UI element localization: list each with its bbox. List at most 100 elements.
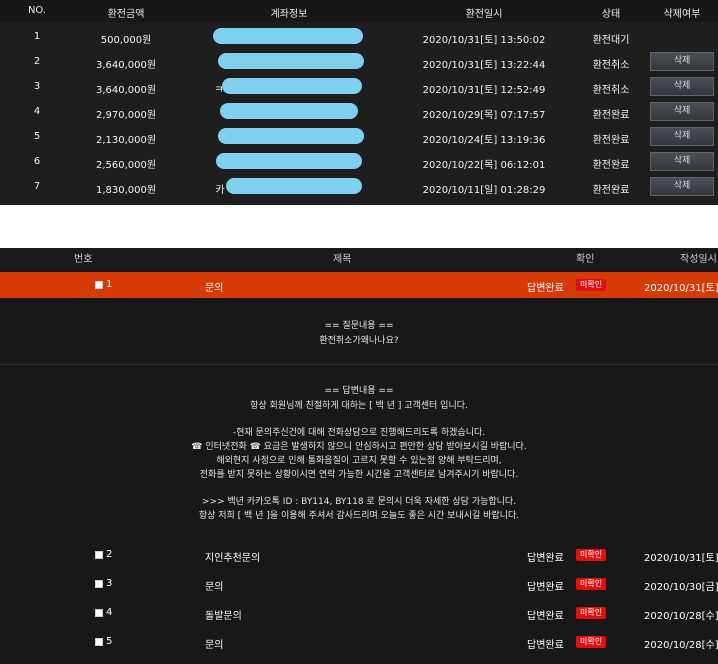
row-amount: 3,640,000원	[95, 60, 157, 71]
delete-button[interactable]: 삭제	[650, 127, 714, 146]
row-no: 7	[33, 181, 41, 192]
row-datetime: 2020/10/22[목] 06:12:01	[422, 160, 546, 171]
question-text: 환전취소가왜나나요?	[319, 336, 399, 346]
inquiry-panel: 번호 제목 확인 작성일시 1 문의 답변완료 미확인 2020/10/31[토…	[0, 231, 718, 664]
header-title: 제목	[333, 254, 352, 265]
row-checkbox[interactable]	[95, 281, 103, 289]
inquiry-row[interactable]: 3 문의 답변완료 미확인 2020/10/30[금] 1	[0, 571, 718, 597]
header-amount: 환전금액	[107, 9, 145, 20]
delete-button[interactable]: 삭제	[650, 152, 714, 171]
header-date: 작성일시	[680, 254, 717, 265]
exchange-row: 4 2,970,000원 2020/10/29[목] 07:17:57 환전완료…	[0, 99, 718, 124]
answer-line: -현재 문의주신건에 대해 전화상담으로 진행해드리도록 하겠습니다.	[232, 428, 486, 438]
row-checkbox[interactable]	[95, 551, 103, 559]
unread-badge: 미확인	[576, 607, 607, 619]
header-datetime: 환전일시	[465, 9, 503, 20]
account-redaction	[220, 103, 358, 119]
unread-badge: 미확인	[576, 636, 607, 648]
exchange-row: 7 1,830,000원 카 2020/10/11[일] 01:28:29 환전…	[0, 174, 718, 199]
answer-line: >>> 백년 카카오톡 ID : BY114, BY118 로 문의시 더욱 자…	[201, 497, 517, 507]
inquiry-row[interactable]: 4 돌발문의 답변완료 미확인 2020/10/28[수] 2	[0, 600, 718, 626]
header-delete: 삭제여부	[663, 9, 701, 20]
inquiry-table-header: 번호 제목 확인 작성일시	[0, 248, 718, 269]
row-amount: 3,640,000원	[95, 85, 157, 96]
row-no: 3	[33, 81, 41, 92]
answer-line: 항상 회원님께 친절하게 대하는 [ 백 년 ] 고객센터 입니다.	[250, 401, 468, 411]
row-status: 답변완료	[527, 611, 564, 622]
row-date: 2020/10/28[수] 2	[644, 611, 718, 622]
row-amount: 2,560,000원	[95, 160, 157, 171]
row-datetime: 2020/10/31[토] 13:22:44	[422, 60, 546, 71]
header-check: 확인	[576, 254, 595, 265]
row-number: 1	[106, 279, 113, 290]
row-date: 2020/10/30[금] 1	[644, 582, 718, 593]
row-no: 4	[33, 106, 41, 117]
unread-badge: 미확인	[576, 578, 607, 590]
inquiry-row[interactable]: 5 문의 답변완료 미확인 2020/10/28[수] 1	[0, 629, 718, 655]
row-state: 환전완료	[592, 185, 630, 196]
row-title[interactable]: 문의	[205, 578, 223, 593]
delete-button[interactable]: 삭제	[650, 52, 714, 71]
row-no: 2	[33, 56, 41, 67]
answer-heading: == 답변내용 ==	[324, 386, 394, 396]
account-redaction	[226, 178, 362, 194]
answer-line: ☎ 인터넷전화 ☎ 요금은 발생하지 않으니 안심하시고 편안한 상담 받아보시…	[191, 442, 527, 452]
row-title[interactable]: 문의	[205, 279, 223, 294]
row-date: 2020/10/31[토] 0	[644, 553, 718, 564]
account-prefix: 카	[215, 185, 225, 196]
exchange-history-panel: NO. 환전금액 계좌정보 환전일시 상태 삭제여부 1 500,000원 20…	[0, 0, 718, 205]
delete-button[interactable]: 삭제	[650, 177, 714, 196]
row-amount: 2,130,000원	[95, 135, 157, 146]
inquiry-row-active[interactable]: 1 문의 답변완료 미확인 2020/10/31[토] 1	[0, 272, 718, 298]
row-datetime: 2020/10/31[토] 13:50:02	[422, 35, 546, 46]
row-checkbox[interactable]	[95, 580, 103, 588]
row-state: 환전완료	[592, 160, 630, 171]
panel-separator	[0, 205, 718, 231]
exchange-table-header: NO. 환전금액 계좌정보 환전일시 상태 삭제여부	[0, 0, 718, 22]
row-status: 답변완료	[527, 553, 564, 564]
row-date: 2020/10/28[수] 1	[644, 640, 718, 651]
delete-button[interactable]: 삭제	[650, 77, 714, 96]
unread-badge: 미확인	[576, 549, 607, 561]
row-datetime: 2020/10/11[일] 01:28:29	[422, 185, 546, 196]
row-datetime: 2020/10/31[토] 12:52:49	[422, 85, 546, 96]
row-checkbox[interactable]	[95, 609, 103, 617]
header-no: NO.	[27, 5, 47, 16]
row-no: 6	[33, 156, 41, 167]
row-number: 3	[106, 578, 113, 589]
top-strip	[0, 231, 718, 248]
row-state: 환전완료	[592, 135, 630, 146]
header-state: 상태	[601, 9, 621, 20]
row-state: 환전대기	[592, 35, 630, 46]
row-number: 4	[106, 607, 113, 618]
exchange-row: 3 3,640,000원 ㅋ 2020/10/31[토] 12:52:49 환전…	[0, 74, 718, 99]
answer-line: 항상 저희 [ 백 년 ]을 이용해 주셔서 감사드리며 오늘도 좋은 시간 보…	[198, 511, 520, 521]
row-state: 환전완료	[592, 110, 630, 121]
row-number: 2	[106, 549, 113, 560]
inquiry-row[interactable]: 2 지인추천문의 답변완료 미확인 2020/10/31[토] 0	[0, 542, 718, 568]
exchange-row: 2 3,640,000원 2020/10/31[토] 13:22:44 환전취소…	[0, 49, 718, 74]
row-datetime: 2020/10/24[토] 13:19:36	[422, 135, 546, 146]
row-amount: 500,000원	[100, 35, 152, 46]
row-title[interactable]: 문의	[205, 636, 223, 651]
row-no: 1	[33, 31, 41, 42]
question-heading: == 질문내용 ==	[324, 321, 394, 331]
row-datetime: 2020/10/29[목] 07:17:57	[422, 110, 546, 121]
row-status: 답변완료	[527, 640, 564, 651]
row-state: 환전취소	[592, 85, 630, 96]
row-checkbox[interactable]	[95, 638, 103, 646]
row-amount: 2,970,000원	[95, 110, 157, 121]
exchange-row: 5 2,130,000원 2020/10/24[토] 13:19:36 환전완료…	[0, 124, 718, 149]
answer-line: 해외현지 사정으로 인해 통화음질이 고르지 못할 수 있는점 양해 부탁드리며…	[216, 456, 502, 466]
row-amount: 1,830,000원	[95, 185, 157, 196]
answer-line: 전화를 받지 못하는 상황이시면 연락 가능한 시간을 고객센터로 남겨주시기 …	[199, 470, 519, 480]
row-state: 환전취소	[592, 60, 630, 71]
row-number: 5	[106, 636, 113, 647]
delete-button[interactable]: 삭제	[650, 102, 714, 121]
header-no: 번호	[74, 254, 93, 265]
row-date: 2020/10/31[토] 1	[644, 283, 718, 294]
row-status: 답변완료	[527, 582, 564, 593]
row-title[interactable]: 지인추천문의	[205, 549, 260, 564]
unread-badge: 미확인	[576, 279, 607, 291]
row-title[interactable]: 돌발문의	[205, 607, 242, 622]
